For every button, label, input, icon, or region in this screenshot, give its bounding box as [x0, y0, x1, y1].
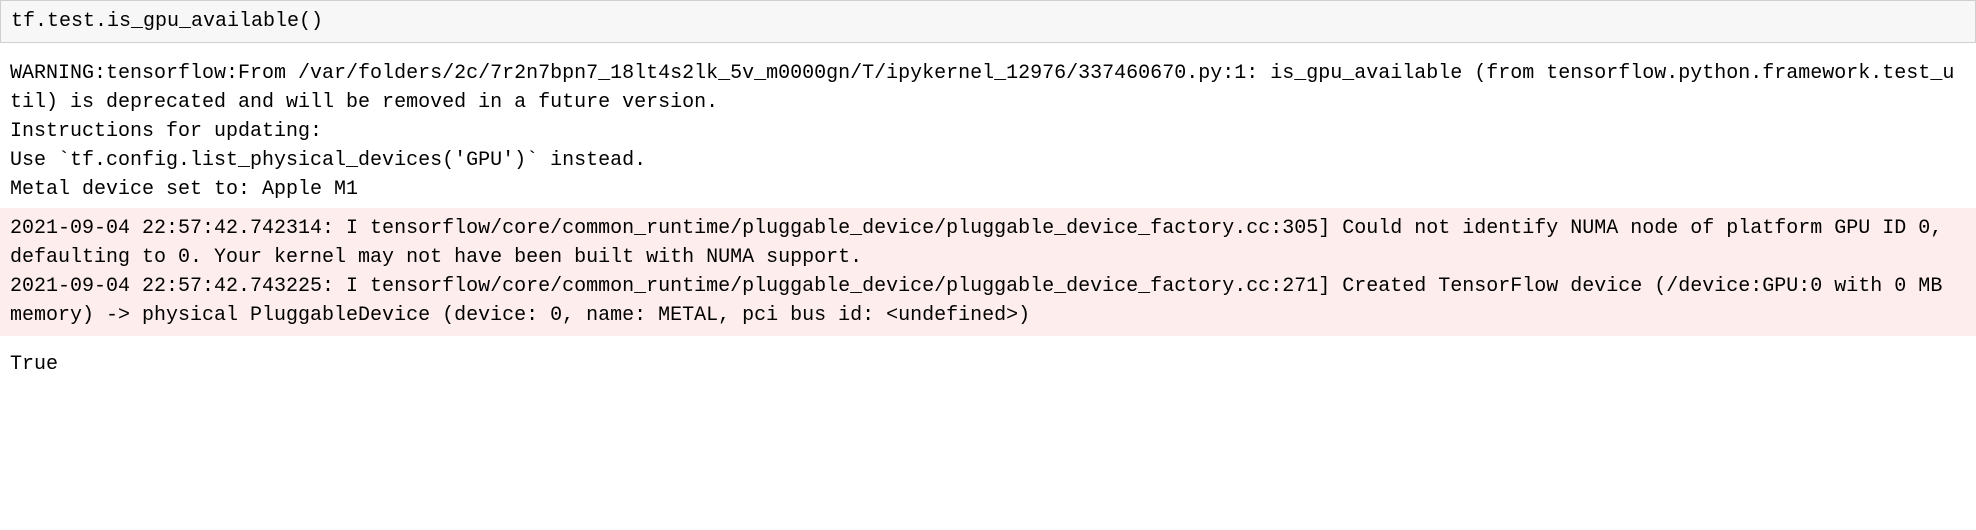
- notebook-cell: tf.test.is_gpu_available() WARNING:tenso…: [0, 0, 1976, 385]
- execution-result: True: [0, 340, 1976, 385]
- stderr-output: 2021-09-04 22:57:42.742314: I tensorflow…: [0, 208, 1976, 336]
- code-input[interactable]: tf.test.is_gpu_available(): [0, 0, 1976, 43]
- stdout-output: WARNING:tensorflow:From /var/folders/2c/…: [0, 53, 1976, 204]
